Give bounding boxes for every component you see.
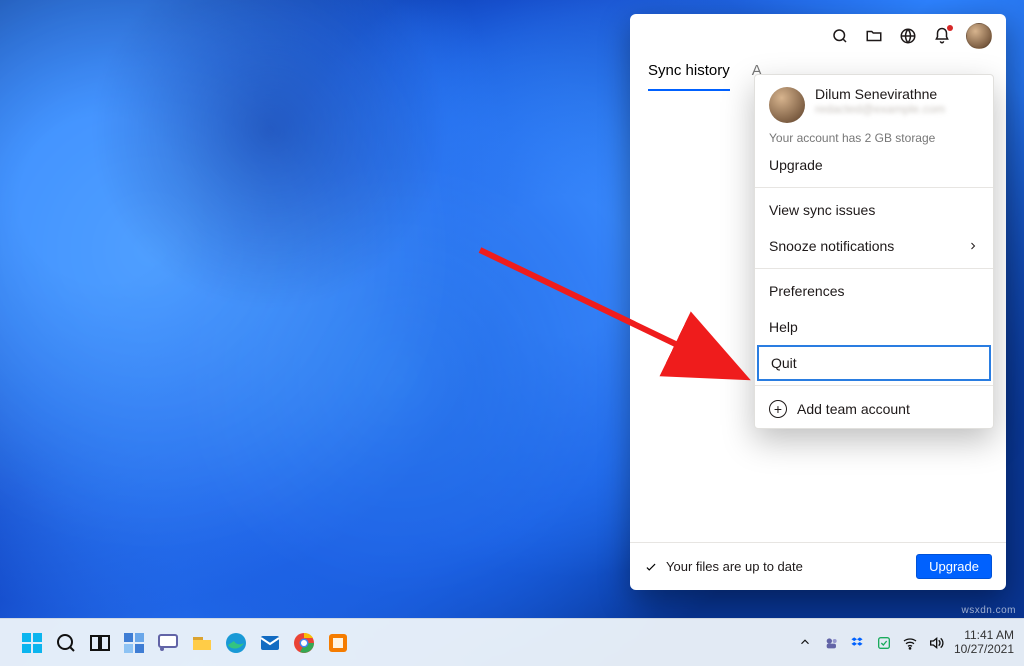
divider xyxy=(755,268,993,269)
taskbar-center xyxy=(18,629,352,657)
avatar[interactable] xyxy=(966,23,992,49)
menu-quit[interactable]: Quit xyxy=(757,345,991,381)
search-button[interactable] xyxy=(52,629,80,657)
teams-tray-icon[interactable] xyxy=(824,635,840,651)
volume-icon[interactable] xyxy=(928,635,944,651)
file-explorer-button[interactable] xyxy=(188,629,216,657)
edge-button[interactable] xyxy=(222,629,250,657)
wifi-icon[interactable] xyxy=(902,635,918,651)
watermark: wsxdn.com xyxy=(961,605,1016,616)
search-icon[interactable] xyxy=(830,26,850,46)
menu-add-team-account[interactable]: + Add team account xyxy=(755,390,993,428)
task-view-button[interactable] xyxy=(86,629,114,657)
account-menu: Dilum Senevirathne redacted@example.com … xyxy=(754,74,994,429)
widgets-button[interactable] xyxy=(120,629,148,657)
sync-status-text: Your files are up to date xyxy=(666,559,803,574)
menu-add-team-label: Add team account xyxy=(797,401,910,417)
tab-sync-history[interactable]: Sync history xyxy=(648,62,730,91)
chrome-button[interactable] xyxy=(290,629,318,657)
account-name: Dilum Senevirathne xyxy=(815,87,945,102)
menu-view-sync-issues[interactable]: View sync issues xyxy=(755,192,993,228)
menu-help[interactable]: Help xyxy=(755,309,993,345)
notification-dot xyxy=(947,25,953,31)
sync-status: Your files are up to date xyxy=(644,559,803,574)
clock[interactable]: 11:41 AM 10/27/2021 xyxy=(954,629,1014,657)
menu-upgrade[interactable]: Upgrade xyxy=(755,147,993,183)
clock-date: 10/27/2021 xyxy=(954,643,1014,657)
dropbox-tray-panel: Sync history A Here you you've with. You… xyxy=(630,14,1006,590)
chevron-right-icon xyxy=(967,240,979,252)
plus-circle-icon: + xyxy=(769,400,787,418)
check-icon xyxy=(644,560,658,574)
account-email: redacted@example.com xyxy=(815,102,945,116)
storage-note: Your account has 2 GB storage xyxy=(755,131,993,147)
security-tray-icon[interactable] xyxy=(876,635,892,651)
panel-footer: Your files are up to date Upgrade xyxy=(630,542,1006,590)
menu-snooze-label: Snooze notifications xyxy=(769,238,894,254)
folder-icon[interactable] xyxy=(864,26,884,46)
mail-button[interactable] xyxy=(256,629,284,657)
globe-icon[interactable] xyxy=(898,26,918,46)
panel-header xyxy=(630,14,1006,58)
divider xyxy=(755,385,993,386)
menu-snooze-notifications[interactable]: Snooze notifications xyxy=(755,228,993,264)
dropbox-tray-icon[interactable] xyxy=(850,635,866,651)
bell-icon[interactable] xyxy=(932,26,952,46)
start-button[interactable] xyxy=(18,629,46,657)
clock-time: 11:41 AM xyxy=(954,629,1014,643)
app-button[interactable] xyxy=(324,629,352,657)
tray-overflow-icon[interactable] xyxy=(798,635,814,651)
upgrade-button[interactable]: Upgrade xyxy=(916,554,992,579)
taskbar: 11:41 AM 10/27/2021 xyxy=(0,618,1024,666)
divider xyxy=(755,187,993,188)
avatar xyxy=(769,87,805,123)
menu-preferences[interactable]: Preferences xyxy=(755,273,993,309)
system-tray: 11:41 AM 10/27/2021 xyxy=(798,629,1014,657)
chat-button[interactable] xyxy=(154,629,182,657)
account-info: Dilum Senevirathne redacted@example.com xyxy=(755,75,993,131)
